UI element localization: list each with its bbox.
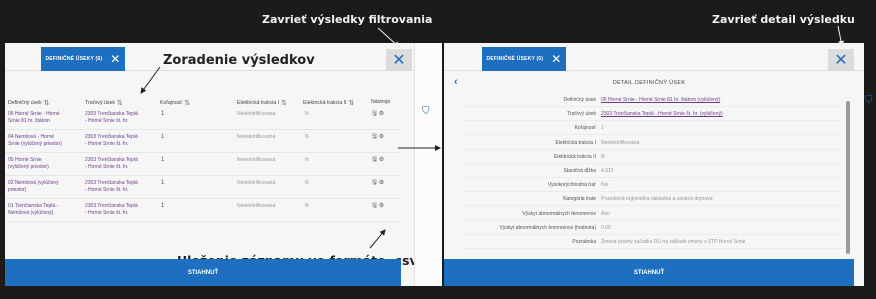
arrow-save-csv (369, 229, 386, 249)
arrow-close-filter (377, 27, 400, 48)
arrow-sorting (140, 66, 161, 94)
annotation-arrows (140, 25, 844, 249)
arrow-close-detail (837, 25, 844, 47)
